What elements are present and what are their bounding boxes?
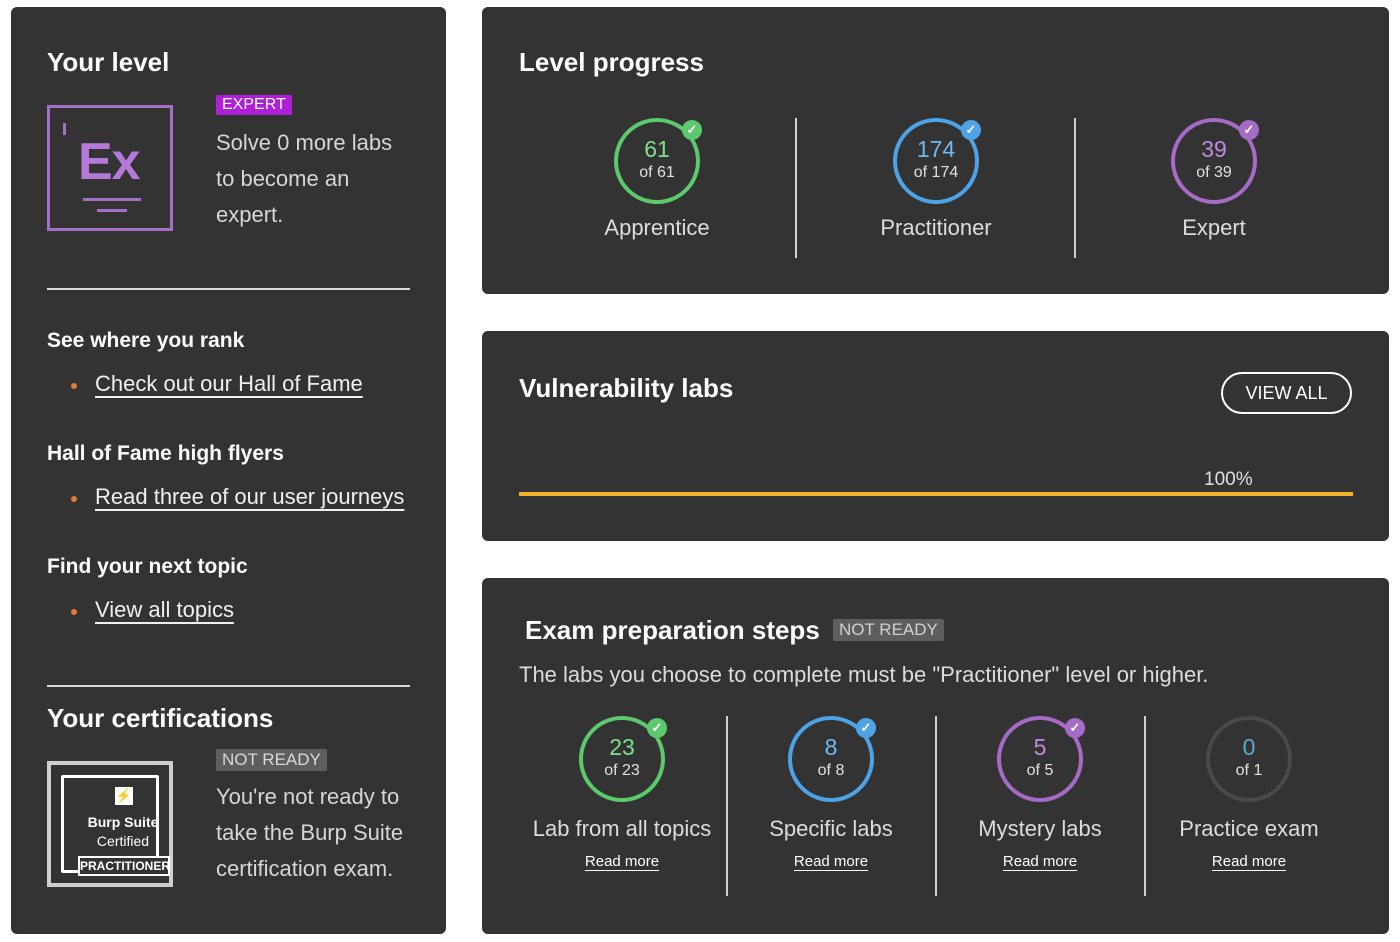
view-all-button[interactable]: VIEW ALL: [1221, 372, 1352, 414]
ring-value: 0: [1242, 734, 1256, 760]
badge-frame: ⚡ Burp Suite Certified PRACTITIONER: [61, 775, 170, 876]
separator: [726, 716, 728, 896]
cert-status-tag: NOT READY: [216, 749, 327, 771]
progress-bar-fill: [519, 492, 1353, 496]
level-progress-title: Level progress: [519, 47, 704, 77]
read-more-link[interactable]: Read more: [522, 853, 722, 870]
apprentice-label: Apprentice: [604, 215, 710, 240]
separator: [935, 716, 937, 896]
vulnerability-labs-panel: Vulnerability labs VIEW ALL 100%: [482, 331, 1389, 541]
ring-total: of 8: [817, 762, 845, 779]
rank-heading: See where you rank: [47, 329, 245, 352]
ring-value: 39: [1201, 136, 1227, 162]
read-more-link[interactable]: Read more: [731, 853, 931, 870]
badge-tick: [63, 123, 66, 135]
ring-value: 8: [824, 734, 838, 760]
check-icon: ✓: [682, 120, 702, 140]
badge-line: [83, 198, 141, 201]
ring-total: of 1: [1235, 762, 1263, 779]
check-icon: ✓: [856, 718, 876, 738]
cert-message: You're not ready to take the Burp Suite …: [216, 784, 404, 881]
level-message: Solve 0 more labs to become an expert.: [216, 130, 393, 227]
your-level-title: Your level: [47, 47, 170, 77]
practitioner-label: Practitioner: [880, 215, 992, 240]
expert-ring: 39 of 39 ✓: [1171, 118, 1259, 204]
check-icon: ✓: [647, 718, 667, 738]
ring-value: 23: [609, 734, 635, 760]
check-icon: ✓: [961, 120, 981, 140]
exam-status-tag: NOT READY: [833, 619, 944, 641]
ring-total: of 5: [1026, 762, 1054, 779]
mystery-labs-label: Mystery labs: [978, 816, 1102, 841]
progress-percent: 100%: [1204, 469, 1253, 490]
ring-value: 5: [1033, 734, 1047, 760]
vulnerability-labs-title: Vulnerability labs: [519, 373, 734, 403]
separator: [1074, 118, 1076, 258]
specific-labs-ring: 8 of 8 ✓: [788, 716, 876, 802]
burp-certified-badge: ⚡ Burp Suite Certified PRACTITIONER: [47, 761, 173, 887]
level-progress-panel: Level progress 61 of 61 ✓ Apprentice 174…: [482, 7, 1389, 294]
exam-message: The labs you choose to complete must be …: [519, 662, 1209, 687]
ring-value: 61: [644, 136, 670, 162]
mystery-labs-ring: 5 of 5 ✓: [997, 716, 1085, 802]
expert-level-badge: Ex: [47, 105, 173, 231]
ring-total: of 23: [604, 762, 640, 779]
practice-exam-label: Practice exam: [1179, 816, 1319, 841]
exam-preparation-panel: Exam preparation steps NOT READY The lab…: [482, 578, 1389, 934]
badge-line2: Certified: [96, 833, 150, 849]
flyers-heading: Hall of Fame high flyers: [47, 442, 284, 465]
certifications-title: Your certifications: [47, 703, 274, 733]
specific-labs-label: Specific labs: [769, 816, 893, 841]
practice-exam-ring: 0 of 1: [1206, 716, 1292, 802]
exam-preparation-title: Exam preparation steps: [525, 615, 820, 645]
badge-line3: PRACTITIONER: [78, 856, 170, 876]
user-journeys-link[interactable]: Read three of our user journeys: [95, 484, 404, 510]
bullet: [71, 609, 77, 615]
bullet: [71, 496, 77, 502]
ring-total: of 39: [1196, 164, 1232, 181]
read-more-link[interactable]: Read more: [940, 853, 1140, 870]
expert-tag: EXPERT: [216, 95, 292, 115]
check-icon: ✓: [1239, 120, 1259, 140]
ring-total: of 174: [913, 164, 959, 181]
badge-line1: Burp Suite: [87, 814, 159, 830]
ring-value: 174: [916, 136, 956, 162]
practitioner-ring: 174 of 174 ✓: [893, 118, 981, 204]
expert-label: Expert: [1182, 215, 1246, 240]
ring-total: of 61: [639, 164, 675, 181]
apprentice-ring: 61 of 61 ✓: [614, 118, 702, 204]
badge-text: Ex: [78, 133, 141, 191]
level-panel: Your level Ex EXPERT Solve 0 more labs t…: [11, 7, 446, 934]
progress-bar: [519, 492, 1353, 496]
read-more-link[interactable]: Read more: [1149, 853, 1349, 870]
topic-heading: Find your next topic: [47, 555, 248, 578]
badge-line: [97, 209, 127, 212]
view-all-topics-link[interactable]: View all topics: [95, 597, 234, 623]
divider: [47, 685, 410, 687]
lab-all-topics-label: Lab from all topics: [532, 816, 712, 841]
bullet: [71, 383, 77, 389]
lightning-bolt-icon: ⚡: [115, 787, 133, 805]
check-icon: ✓: [1065, 718, 1085, 738]
lab-all-topics-ring: 23 of 23 ✓: [579, 716, 667, 802]
separator: [795, 118, 797, 258]
hall-of-fame-link[interactable]: Check out our Hall of Fame: [95, 371, 363, 397]
separator: [1144, 716, 1146, 896]
divider: [47, 288, 410, 290]
